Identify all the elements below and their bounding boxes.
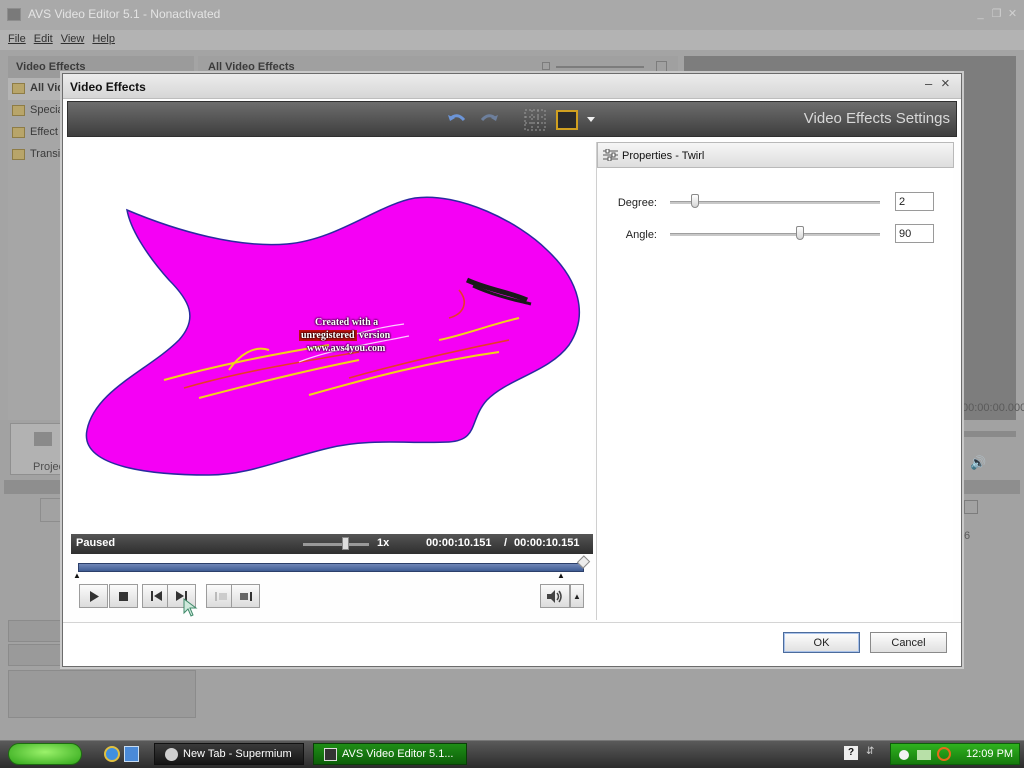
seek-start-marker[interactable]: ▲ (73, 571, 81, 580)
app-title-text: AVS Video Editor 5.1 - Nonactivated (28, 7, 221, 21)
watermark-text: Created with a unregistered version www.… (299, 317, 391, 354)
menu-edit[interactable]: Edit (34, 33, 53, 50)
tray-arrow-icon[interactable]: ⇵ (866, 746, 878, 762)
menu-view[interactable]: View (61, 33, 85, 50)
angle-slider[interactable] (670, 233, 880, 236)
track-header[interactable] (8, 670, 196, 718)
help-icon[interactable]: ? (844, 746, 858, 760)
mark-out-icon (239, 591, 252, 601)
chevron-down-icon[interactable] (587, 117, 595, 123)
playback-state: Paused (76, 537, 116, 549)
browser-icon[interactable] (104, 746, 120, 762)
speaker-icon (547, 589, 562, 603)
view-large-icon[interactable] (656, 61, 667, 72)
start-button[interactable] (8, 743, 82, 765)
degree-input[interactable]: 2 (895, 192, 934, 211)
speed-slider-thumb[interactable] (341, 537, 349, 550)
grid-icon[interactable] (524, 109, 546, 131)
mouse-cursor-icon (183, 598, 198, 617)
degree-label: Degree: (617, 197, 657, 209)
restore-icon[interactable]: ❐ (990, 8, 1003, 20)
minimize-icon[interactable]: _ (974, 8, 987, 20)
speed-slider[interactable] (303, 543, 369, 546)
projects-button[interactable]: Projec (10, 423, 66, 475)
degree-slider-thumb[interactable] (691, 194, 700, 208)
speed-value: 1x (377, 537, 390, 549)
angle-input[interactable]: 90 (895, 224, 934, 243)
volume-menu-arrow[interactable]: ▲ (570, 584, 584, 608)
dialog-title-bar: Video Effects (63, 74, 961, 99)
angle-slider-thumb[interactable] (796, 226, 805, 240)
degree-slider[interactable] (670, 201, 880, 204)
seek-bar[interactable] (78, 563, 584, 572)
skip-back-icon (151, 591, 162, 601)
system-tray: 12:09 PM (890, 743, 1020, 765)
video-effects-dialog: Video Effects – × Video Effects Settings (62, 73, 962, 667)
track-header[interactable] (8, 644, 68, 666)
menu-help[interactable]: Help (92, 33, 115, 50)
time-separator: / (504, 537, 508, 549)
view-small-icon[interactable] (542, 62, 550, 70)
close-icon[interactable]: ✕ (1006, 8, 1019, 20)
properties-panel: Properties - Twirl Degree: 2 Angle: 90 (596, 142, 954, 620)
taskbar: New Tab - Supermium AVS Video Editor 5.1… (0, 740, 1024, 768)
app-title-bar: AVS Video Editor 5.1 - Nonactivated (0, 0, 1024, 30)
folder-icon (12, 149, 25, 160)
timeline-time: 00:00:00.000 (962, 402, 1024, 414)
current-time: 00:00:10.151 (426, 537, 492, 549)
dialog-toolbar: Video Effects Settings (67, 101, 957, 137)
close-icon[interactable]: × (941, 75, 950, 92)
fit-icon[interactable] (964, 500, 978, 514)
folder-icon (12, 105, 25, 116)
project-icon (34, 432, 52, 446)
menu-file[interactable]: File (8, 33, 26, 50)
total-time: 00:00:10.151 (514, 537, 580, 549)
playback-status-bar: Paused 1x 00:00:10.151 / 00:00:10.151 (71, 534, 593, 554)
mark-out-button[interactable] (231, 584, 260, 608)
ruler-mark: 6 (964, 530, 971, 542)
background-color-icon[interactable] (556, 109, 578, 131)
minimize-icon[interactable]: – (925, 76, 932, 91)
settings-sliders-icon (603, 149, 618, 161)
effect-preview: Created with a unregistered version www.… (69, 140, 593, 532)
toolbar-title: Video Effects Settings (803, 110, 950, 127)
angle-label: Angle: (625, 229, 657, 241)
play-icon (89, 590, 99, 602)
dialog-title: Video Effects (70, 80, 146, 94)
properties-header: Properties - Twirl (597, 142, 954, 168)
clock: 12:09 PM (966, 748, 1014, 760)
volume-button[interactable] (540, 584, 570, 608)
app-logo-icon (7, 8, 21, 21)
timeline-progress (960, 431, 1016, 437)
taskbar-item-supermium[interactable]: New Tab - Supermium (154, 743, 304, 765)
stop-button[interactable] (109, 584, 138, 608)
zoom-slider[interactable] (556, 66, 644, 68)
folder-icon (12, 127, 25, 138)
stop-icon (119, 591, 128, 601)
taskbar-item-avs[interactable]: AVS Video Editor 5.1... (313, 743, 467, 765)
explorer-icon[interactable] (124, 746, 139, 762)
folder-icon (12, 83, 25, 94)
redo-icon[interactable] (478, 109, 500, 131)
avs-icon (324, 748, 337, 761)
crop-icon[interactable] (40, 498, 64, 522)
search-icon[interactable] (937, 747, 951, 761)
menu-bar: File Edit View Help (0, 30, 1024, 50)
speaker-icon[interactable]: 🔊 (970, 455, 992, 473)
properties-title: Properties - Twirl (622, 150, 705, 162)
ok-button[interactable]: OK (783, 632, 860, 653)
seek-end-marker[interactable]: ▲ (557, 571, 565, 580)
supermium-icon (165, 748, 178, 761)
tray-app-icon[interactable] (917, 750, 931, 760)
network-icon[interactable] (899, 750, 909, 760)
track-header[interactable] (8, 620, 68, 642)
mark-in-icon (214, 591, 227, 601)
cancel-button[interactable]: Cancel (870, 632, 947, 653)
undo-icon[interactable] (446, 109, 468, 131)
play-button[interactable] (79, 584, 108, 608)
